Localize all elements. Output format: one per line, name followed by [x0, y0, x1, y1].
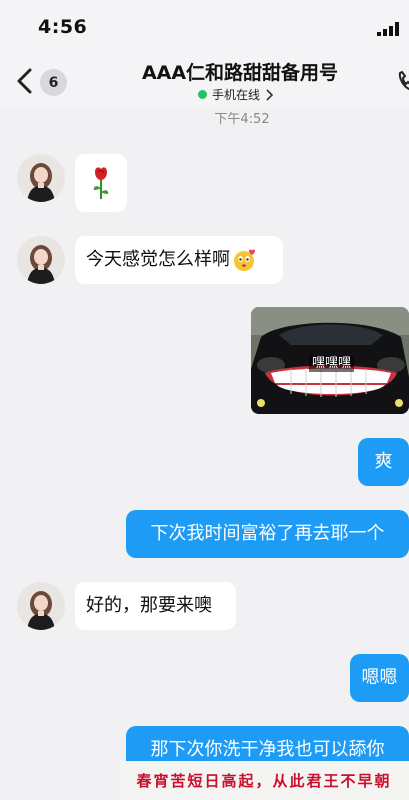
phone-icon[interactable] [397, 70, 409, 92]
message-bubble[interactable]: 好的，那要来噢 [75, 582, 236, 630]
contact-avatar[interactable] [17, 582, 65, 630]
message-text: 嗯嗯 [361, 667, 398, 688]
message-text: 下次我时间富裕了再去耶一个 [150, 523, 385, 544]
contact-avatar[interactable] [17, 154, 65, 202]
status-bar: 4:56 [0, 0, 409, 52]
signal-icon [377, 22, 399, 36]
message-bubble[interactable]: 嗯嗯 [350, 654, 409, 702]
shy-face-emoji-icon [234, 249, 255, 271]
image-message[interactable]: 嘿嘿嘿 [251, 307, 409, 414]
message-text: 爽 [374, 451, 393, 472]
contact-avatar[interactable] [17, 236, 65, 284]
avatar-image [17, 582, 65, 630]
rose-emoji-icon [93, 167, 109, 199]
avatar-image [17, 154, 65, 202]
contact-name[interactable]: AAA仁和路甜甜备用号 [70, 58, 409, 85]
message-bubble[interactable]: 下次我时间富裕了再去耶一个 [126, 510, 409, 558]
time-divider: 下午4:52 [214, 112, 270, 127]
chevron-right-icon [266, 88, 273, 101]
message-text: 好的，那要来噢 [86, 595, 212, 616]
message-bubble[interactable]: 爽 [358, 438, 409, 486]
online-status[interactable]: 手机在线 [0, 86, 409, 103]
message-bubble-rose[interactable] [75, 154, 127, 212]
online-status-text: 手机在线 [211, 88, 260, 102]
message-text: 那下次你洗干净我也可以舔你 [150, 739, 385, 760]
message-text: 今天感觉怎么样啊 [86, 249, 230, 270]
message-bubble[interactable]: 今天感觉怎么样啊 [75, 236, 283, 284]
overlay-banner: 春宵苦短日高起，从此君王不早朝 [119, 761, 409, 800]
status-time: 4:56 [38, 16, 88, 38]
avatar-image [17, 236, 65, 284]
online-dot-icon [197, 90, 207, 99]
image-caption: 嘿嘿嘿 [309, 356, 355, 372]
chat-header: 6 AAA仁和路甜甜备用号 手机在线 [0, 52, 409, 108]
